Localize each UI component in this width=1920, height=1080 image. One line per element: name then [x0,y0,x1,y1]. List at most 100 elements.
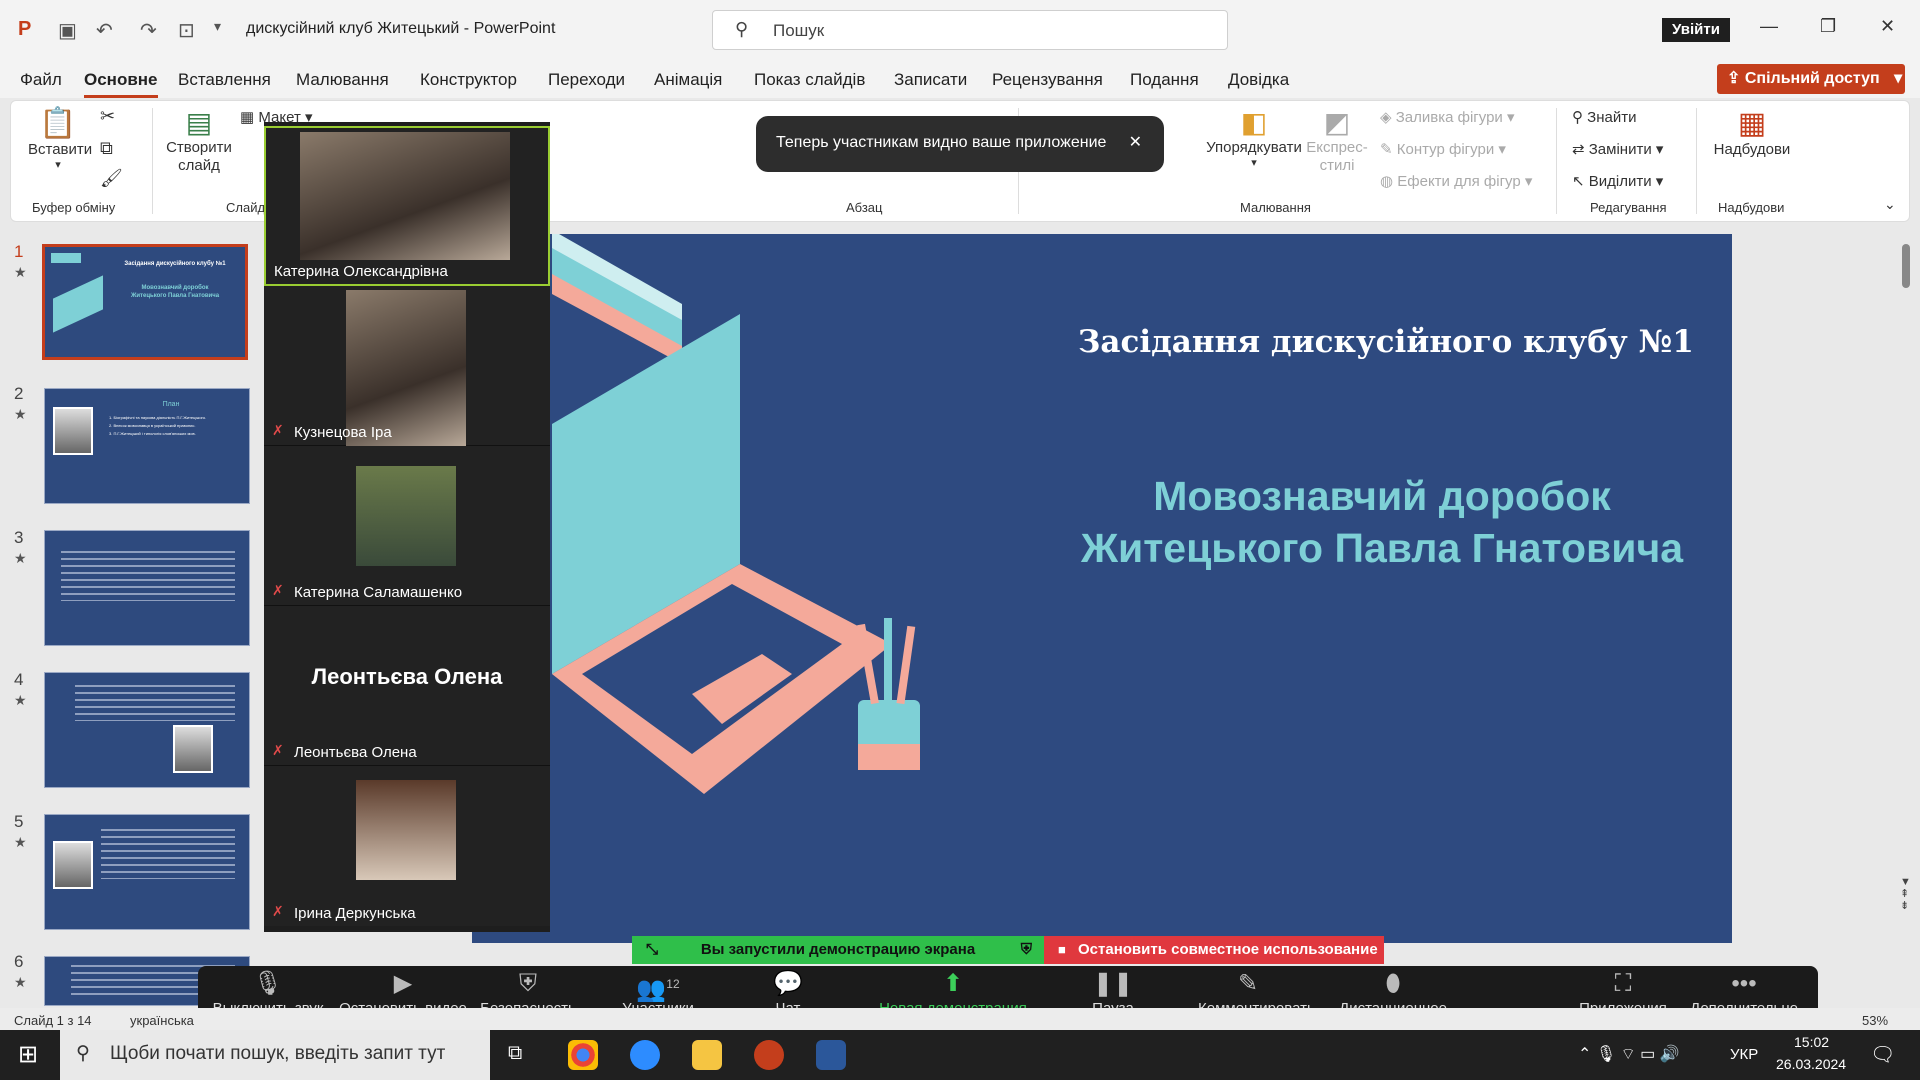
zoom-level[interactable]: 53% [1862,1013,1888,1028]
tab-design[interactable]: Конструктор [420,70,517,90]
thumb2-line: 3. П.Г.Житецький і типологія слов'янськи… [109,431,196,436]
share-button[interactable]: ⇪ Спільний доступ ▾ [1717,64,1905,94]
tab-slideshow[interactable]: Показ слайдів [754,70,865,90]
portrait-image [53,407,93,455]
system-tray-icons[interactable]: ⌃ 🎙 ⌔ ▭ 🔊 [1578,1044,1680,1064]
restore-icon[interactable]: ❐ [1820,16,1836,37]
file-explorer-icon[interactable] [692,1040,722,1070]
language-status[interactable]: українська [130,1013,194,1028]
close-toast-icon[interactable]: ✕ [1129,132,1142,152]
thumb-number: 6 [14,952,24,971]
addins-button[interactable]: ▦ Надбудови [1710,106,1794,158]
sign-in-button[interactable]: Увійти [1662,18,1730,42]
clock-date[interactable]: 26.03.2024 [1776,1056,1846,1072]
clock-time[interactable]: 15:02 [1794,1034,1829,1050]
windows-start-icon[interactable]: ⊞ [18,1040,38,1069]
taskbar-search[interactable]: ⚲ Щоби почати пошук, введіть запит тут [60,1030,490,1080]
new-slide-button[interactable]: ▤ Створити слайд [164,106,234,175]
copy-icon[interactable]: ⧉ [100,138,113,159]
tab-view[interactable]: Подання [1130,70,1199,90]
pencil-icon: ✎ [1237,970,1259,997]
shape-outline-button[interactable]: ✎ Контур фігури ▾ [1380,140,1506,158]
sharing-status-text: Вы запустили демонстрацию экрана [700,941,976,958]
slide-canvas[interactable]: Засідання дискусійного клубу №1 Мовознав… [472,234,1732,943]
redo-icon[interactable]: ↷ [140,18,157,43]
mouse-icon: ⬮ [1385,970,1401,997]
vertical-scrollbar[interactable]: ▼ ⇞ ⇟ [1900,226,1914,926]
thumbnail-slide-1[interactable]: Засідання дискусійного клубу №1 Мовознав… [42,244,248,360]
animation-star-icon: ★ [14,834,27,850]
paste-button[interactable]: 📋 Вставити ▾ [28,106,92,171]
customize-qa-icon[interactable]: ▾ [214,18,221,35]
select-button[interactable]: ↖ Виділити ▾ [1572,172,1663,190]
participant-video [300,132,510,260]
laptop-graphic [53,275,103,333]
search-box[interactable]: ⚲ Пошук [712,10,1228,50]
participant-tile[interactable]: ✗ Кузнецова Іра [264,286,550,446]
tab-transitions[interactable]: Переходи [548,70,625,90]
close-icon[interactable]: ✕ [1880,16,1895,37]
shape-effects-button[interactable]: ◍ Ефекти для фігур ▾ [1380,172,1532,190]
collapse-ribbon-icon[interactable]: ⌄ [1884,196,1896,213]
slide-title[interactable]: Засідання дискусійного клубу №1 [1078,324,1718,360]
notifications-icon[interactable]: 🗨 [1870,1042,1895,1067]
stop-share-label: Остановить совместное использование [1078,941,1378,958]
slide-thumbnails-pane: 1 ★ Засідання дискусійного клубу №1 Мово… [0,222,260,1012]
save-icon[interactable]: ▣ [58,18,77,43]
tab-insert[interactable]: Вставлення [178,70,271,90]
thumb1-title: Засідання дискусійного клубу №1 [124,261,226,267]
search-icon: ⚲ [735,19,749,39]
sharing-status-bar[interactable]: ⤡ Вы запустили демонстрацию экрана ⛨ [632,936,1044,964]
participant-tile[interactable]: ✗ Ірина Деркунська [264,766,550,926]
shield-icon: ⛨ [1020,941,1032,958]
toast-text: Теперь участникам видно ваше приложение [776,134,1107,151]
tab-home[interactable]: Основне [84,70,158,98]
tab-draw[interactable]: Малювання [296,70,389,90]
tab-animations[interactable]: Анімація [654,70,722,90]
shape-fill-button[interactable]: ◈ Заливка фігури ▾ [1380,108,1515,126]
participant-video [356,466,456,566]
participant-tile[interactable]: Катерина Олександрівна [264,126,550,286]
replace-button[interactable]: ⇄ Замінити ▾ [1572,140,1663,158]
arrange-button[interactable]: ◧ Упорядкувати ▾ [1204,106,1304,169]
word-taskbar-icon[interactable] [816,1040,846,1070]
stop-share-button[interactable]: ■ Остановить совместное использование [1044,936,1384,964]
minimize-icon[interactable]: — [1760,16,1778,37]
animation-star-icon: ★ [14,550,27,566]
group-editing: Редагування [1590,200,1667,215]
slide-subtitle[interactable]: Мовознавчий доробок Житецького Павла Гна… [1002,470,1732,574]
powerpoint-taskbar-icon[interactable] [754,1040,784,1070]
participant-tile[interactable]: Леонтьєва Олена ✗ Леонтьєва Олена [264,606,550,766]
participant-name: Леонтьєва Олена [294,744,417,761]
muted-mic-icon: ✗ [272,903,284,919]
tab-review[interactable]: Рецензування [992,70,1103,90]
tab-file[interactable]: Файл [20,70,62,90]
undo-icon[interactable]: ↶ [96,18,113,43]
thumb1-sub1: Мовознавчий доробок [141,285,209,291]
paste-icon: 📋 [39,107,77,140]
windows-taskbar: ⊞ ⚲ Щоби почати пошук, введіть запит тут… [0,1030,1920,1080]
participant-tile[interactable]: ✗ Катерина Саламашенко [264,446,550,606]
muted-mic-icon: ✗ [272,582,284,598]
zoom-app-icon[interactable] [630,1040,660,1070]
present-icon[interactable]: ⊡ [178,18,195,43]
thumbnail-slide-5[interactable] [44,814,250,930]
share-label: Спільний доступ [1744,70,1880,87]
layout-icon: ▦ [240,109,255,126]
task-view-icon[interactable]: ⧉ [508,1042,522,1065]
thumbnail-slide-3[interactable] [44,530,250,646]
thumbnail-slide-2[interactable]: План 1. Біографічні та наукова діяльніст… [44,388,250,504]
chrome-icon[interactable] [568,1040,598,1070]
find-button[interactable]: ⚲ Знайти [1572,108,1637,126]
thumb-number: 3 [14,528,24,547]
format-painter-icon[interactable]: 🖌 [100,168,123,189]
replace-label: Замінити [1588,141,1652,158]
cut-icon[interactable]: ✂ [100,106,115,127]
participant-name: Кузнецова Іра [294,424,392,441]
thumbnail-slide-4[interactable] [44,672,250,788]
input-language[interactable]: УКР [1730,1046,1758,1063]
tab-record[interactable]: Записати [894,70,967,90]
muted-mic-icon: ✗ [272,422,284,438]
quick-styles-button[interactable]: ◩ Експрес-стилі [1302,106,1372,175]
tab-help[interactable]: Довідка [1228,70,1289,90]
